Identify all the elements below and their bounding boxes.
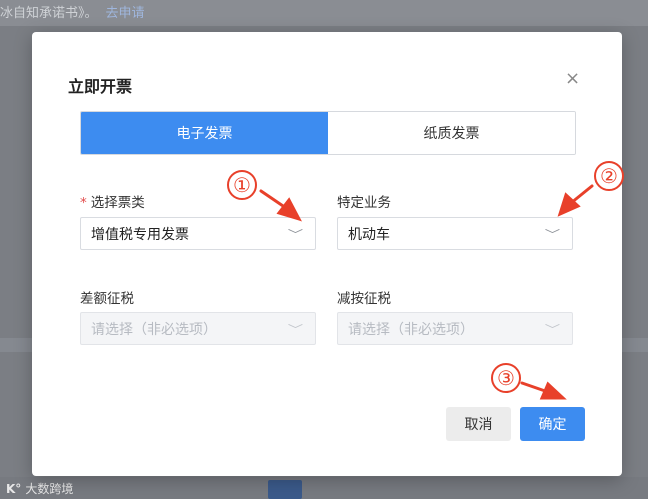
annotation-arrows	[259, 184, 594, 400]
arrow-1-line	[259, 189, 288, 210]
arrow-3-head	[539, 381, 567, 400]
arrow-1-head	[276, 197, 302, 222]
